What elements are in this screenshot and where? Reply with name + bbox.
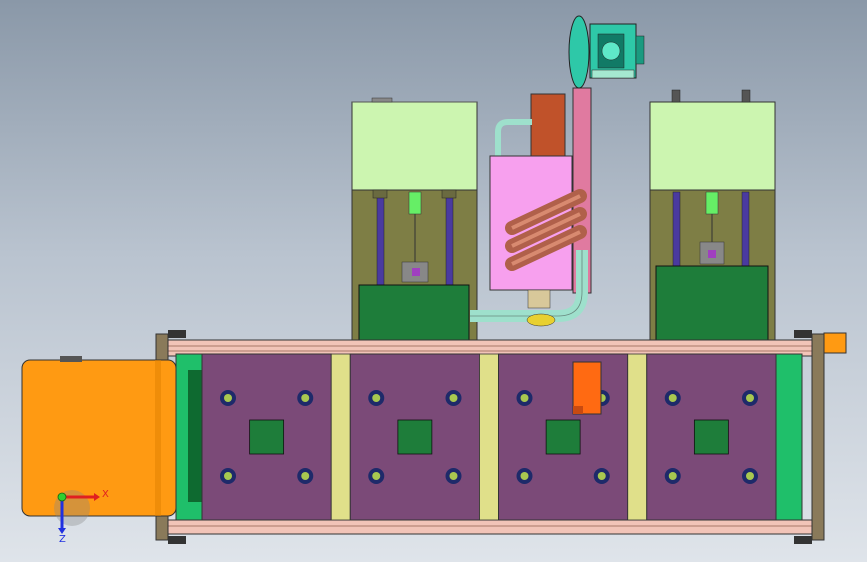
platen-bolt-center [224, 472, 232, 480]
platen-bolt-center [372, 394, 381, 402]
platen-bolt-center [301, 472, 310, 480]
platen-center-pad [249, 419, 285, 455]
platen-spacer [479, 353, 499, 521]
platen-bolt-center [597, 472, 606, 480]
platen-bolt-center [449, 394, 458, 402]
right-base-block [655, 265, 769, 343]
platen-spacer [330, 353, 351, 521]
platen-spacer [627, 353, 648, 521]
platen-center-pad [693, 419, 729, 455]
left-base-block [358, 284, 470, 343]
platens-group [201, 353, 777, 521]
triad-x-label: X [102, 489, 109, 500]
platen-center-pad [545, 419, 581, 455]
platen-bolt-center [520, 394, 529, 402]
fan-housing [568, 15, 590, 89]
right-sensor-head [705, 191, 719, 215]
platen-bolt-center [746, 472, 754, 480]
cabinet-body [21, 359, 177, 517]
left-sensor-head [408, 191, 422, 215]
platen-bolt-center [520, 472, 529, 480]
motor-block [530, 93, 566, 159]
platen-bolt-center [301, 394, 310, 402]
center-heater-assembly [470, 87, 592, 327]
left-tank-top [351, 101, 478, 191]
left-tank-assembly [351, 97, 478, 343]
right-post [811, 333, 825, 541]
platen-bolt-center [449, 472, 458, 480]
right-tank-top [649, 101, 776, 191]
fan-blower [568, 15, 645, 89]
platen-bolt-center [224, 394, 232, 402]
triad-z-label: Z [59, 534, 66, 545]
control-cabinet [21, 356, 177, 517]
cad-viewport[interactable]: X Z [0, 0, 867, 562]
right-end-block [775, 353, 803, 521]
platen-center-pad [397, 419, 433, 455]
platen-bolt-center [372, 472, 381, 480]
right-tank-assembly [649, 89, 776, 343]
bottom-rail [163, 519, 815, 535]
platen-bolt-center [668, 472, 677, 480]
platen-bolt-center [668, 394, 677, 402]
platen-bolt-center [746, 394, 754, 402]
right-orange-stub [823, 332, 847, 354]
